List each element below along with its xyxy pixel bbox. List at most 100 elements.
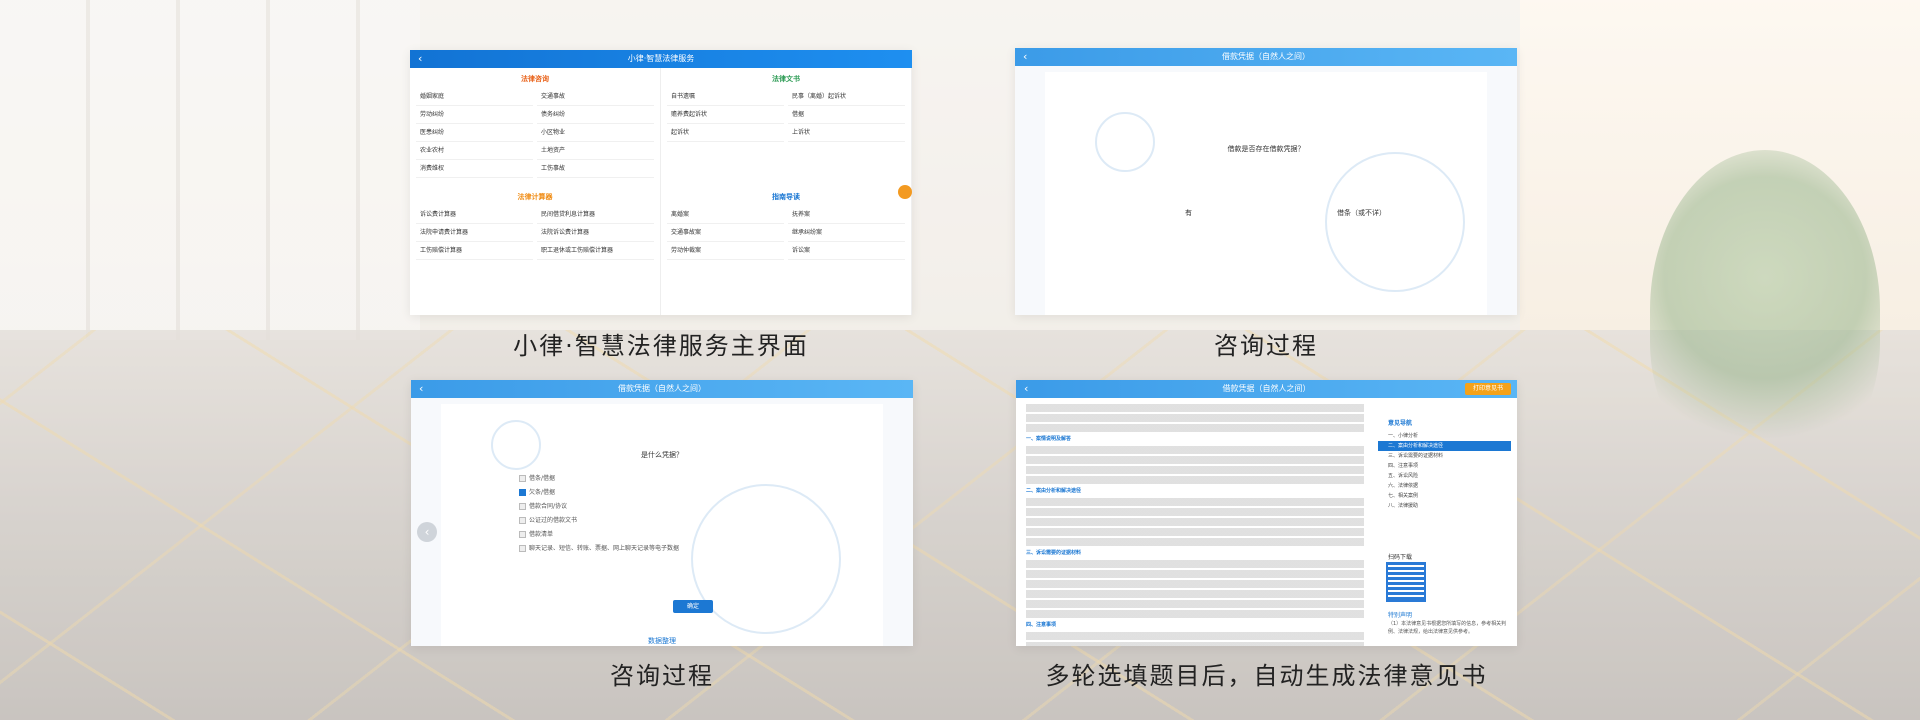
decorative-ring — [691, 484, 841, 634]
checkbox[interactable] — [519, 503, 526, 510]
caption-consult-2: 咨询过程 — [610, 662, 714, 690]
option-item[interactable]: 借款合同/协议 — [519, 500, 679, 514]
toc-item[interactable]: 六、法律依据 — [1378, 481, 1511, 491]
opinion-title: 借款凭据（自然人之间） — [1222, 384, 1311, 393]
menu-item[interactable]: 职工退休或工伤赔偿计算器 — [537, 242, 654, 260]
menu-item[interactable]: 交通事故案 — [667, 224, 784, 242]
option-item[interactable]: 借条/借据 — [519, 472, 679, 486]
back-arrow-icon[interactable]: ‹ — [1024, 380, 1028, 398]
option-label: 借款合同/协议 — [529, 503, 568, 510]
consult-grid: 婚姻家庭 交通事故 劳动纠纷 债务纠纷 医患纠纷 小区物业 农业农村 土地资产 … — [416, 88, 654, 178]
option-no[interactable]: 借条（或不详） — [1337, 208, 1386, 218]
option-item[interactable]: 聊天记录、短信、转账、票据、网上聊天记录等电子数据 — [519, 542, 679, 556]
previous-arrow-icon[interactable]: ‹ — [417, 522, 437, 542]
menu-item[interactable]: 法院申请费计算器 — [416, 224, 533, 242]
menu-item[interactable]: 农业农村 — [416, 142, 533, 160]
consult-title: 借款凭据（自然人之间） — [1222, 52, 1310, 61]
opinion-document-screenshot: ‹ 借款凭据（自然人之间） 打印意见书 一、案情说明及解答 二、案由分析和解决途… — [1016, 380, 1517, 646]
back-arrow-icon[interactable]: ‹ — [419, 380, 423, 398]
checkbox-checked[interactable] — [519, 489, 526, 496]
menu-item[interactable]: 小区物业 — [537, 124, 654, 142]
menu-item[interactable]: 劳动仲裁案 — [667, 242, 784, 260]
menu-item[interactable]: 离婚案 — [667, 206, 784, 224]
option-list: 借条/借据 欠条/借据 借款合同/协议 公证过的借款文书 借款清单 聊天记录、短… — [519, 472, 679, 556]
calc-grid: 诉讼费计算器 民间借贷利息计算器 法院申请费计算器 法院诉讼费计算器 工伤赔偿计… — [416, 206, 654, 260]
menu-item[interactable]: 婚姻家庭 — [416, 88, 533, 106]
decorative-ring — [1325, 152, 1465, 292]
checkbox[interactable] — [519, 545, 526, 552]
decorative-ring — [1095, 112, 1155, 172]
menu-item[interactable]: 继承纠纷案 — [788, 224, 905, 242]
question-text: 借款是否存在借款凭据？ — [1227, 145, 1305, 153]
menu-item[interactable]: 赡养费起诉状 — [667, 106, 784, 124]
opinion-body: 一、案情说明及解答 二、案由分析和解决途径 三、诉讼需要的证据材料 四、注意事项 — [1026, 404, 1378, 646]
section-consult-title: 法律咨询 — [521, 75, 549, 83]
menu-item[interactable]: 起诉状 — [667, 124, 784, 142]
decorative-ring — [491, 420, 541, 470]
toc-item[interactable]: 八、法律援助 — [1378, 501, 1511, 511]
option-item[interactable]: 公证过的借款文书 — [519, 514, 679, 528]
caption-main-menu: 小律·智慧法律服务主界面 — [513, 332, 809, 360]
section-heading: 一、案情说明及解答 — [1026, 436, 1072, 442]
menu-item[interactable]: 法院诉讼费计算器 — [537, 224, 654, 242]
menu-item[interactable]: 消费维权 — [416, 160, 533, 178]
background-overlay — [0, 0, 1920, 720]
floating-assistant-button[interactable] — [898, 185, 912, 199]
qr-label: 扫码下载 — [1388, 554, 1413, 561]
print-button[interactable]: 打印意见书 — [1465, 383, 1511, 395]
option-label: 借条/借据 — [529, 475, 556, 482]
section-heading: 三、诉讼需要的证据材料 — [1026, 550, 1082, 556]
menu-item[interactable]: 工伤事故 — [537, 160, 654, 178]
section-heading: 二、案由分析和解决途径 — [1026, 488, 1082, 494]
caption-opinion: 多轮选填题目后，自动生成法律意见书 — [1045, 662, 1488, 690]
footer-link[interactable]: 数据整理 — [441, 636, 883, 646]
menu-item[interactable]: 劳动纠纷 — [416, 106, 533, 124]
toc-title: 意见导航 — [1388, 420, 1413, 427]
toc-item[interactable]: 一、小律分析 — [1378, 431, 1511, 441]
question-card: 是什么凭据？ 借条/借据 欠条/借据 借款合同/协议 公证过的借款文书 借款清单… — [441, 404, 883, 646]
option-label: 欠条/借据 — [529, 489, 556, 496]
docs-grid: 自书遗嘱 民事（离婚）起诉状 赡养费起诉状 借据 起诉状 上诉状 — [667, 88, 905, 142]
qr-code-icon — [1386, 562, 1426, 602]
checkbox[interactable] — [519, 531, 526, 538]
section-calc-title: 法律计算器 — [517, 193, 553, 201]
menu-item[interactable]: 上诉状 — [788, 124, 905, 142]
menu-item[interactable]: 抚养案 — [788, 206, 905, 224]
guide-grid: 离婚案 抚养案 交通事故案 继承纠纷案 劳动仲裁案 诉讼案 — [667, 206, 905, 260]
back-arrow-icon[interactable]: ‹ — [418, 50, 422, 68]
menu-item[interactable]: 自书遗嘱 — [667, 88, 784, 106]
checkbox[interactable] — [519, 475, 526, 482]
tip-text: （1）本法律意见书根据您所填写的信息，参考相关判例、法律法规，给出法律意见供参考… — [1388, 621, 1507, 635]
menu-item[interactable]: 民事（离婚）起诉状 — [788, 88, 905, 106]
menu-item[interactable]: 诉讼案 — [788, 242, 905, 260]
toc-item-active[interactable]: 二、案由分析和解决途径 — [1378, 441, 1511, 451]
option-item[interactable]: 借款清单 — [519, 528, 679, 542]
consult-screenshot-1: ‹ 借款凭据（自然人之间） 借款是否存在借款凭据？ 有 借条（或不详） — [1015, 48, 1517, 315]
confirm-button[interactable]: 确定 — [673, 600, 713, 613]
checkbox[interactable] — [519, 517, 526, 524]
menu-item[interactable]: 借据 — [788, 106, 905, 124]
toc-item[interactable]: 四、注意事项 — [1378, 461, 1511, 471]
option-item[interactable]: 欠条/借据 — [519, 486, 679, 500]
section-heading: 四、注意事项 — [1026, 622, 1057, 628]
menu-item[interactable]: 工伤赔偿计算器 — [416, 242, 533, 260]
menu-item[interactable]: 土地资产 — [537, 142, 654, 160]
toc-item[interactable]: 三、诉讼需要的证据材料 — [1378, 451, 1511, 461]
main-menu-header: ‹ 小律·智慧法律服务 — [410, 50, 912, 68]
menu-item[interactable]: 债务纠纷 — [537, 106, 654, 124]
consult-header: ‹ 借款凭据（自然人之间） — [1015, 48, 1517, 66]
toc-item[interactable]: 七、相关案例 — [1378, 491, 1511, 501]
main-menu-screenshot: ‹ 小律·智慧法律服务 法律咨询 婚姻家庭 交通事故 劳动纠纷 债务纠纷 医患纠… — [410, 50, 912, 315]
back-arrow-icon[interactable]: ‹ — [1023, 48, 1027, 66]
toc-item[interactable]: 五、诉讼风险 — [1378, 471, 1511, 481]
menu-item[interactable]: 诉讼费计算器 — [416, 206, 533, 224]
menu-item[interactable]: 交通事故 — [537, 88, 654, 106]
opinion-header: ‹ 借款凭据（自然人之间） 打印意见书 — [1016, 380, 1517, 398]
option-yes[interactable]: 有 — [1185, 208, 1192, 218]
question-text: 是什么凭据？ — [641, 451, 683, 459]
menu-item[interactable]: 民间借贷利息计算器 — [537, 206, 654, 224]
option-label: 聊天记录、短信、转账、票据、网上聊天记录等电子数据 — [529, 545, 680, 552]
section-guide-title: 指南导读 — [772, 193, 800, 201]
menu-item[interactable]: 医患纠纷 — [416, 124, 533, 142]
left-column: 法律咨询 婚姻家庭 交通事故 劳动纠纷 债务纠纷 医患纠纷 小区物业 农业农村 … — [410, 68, 661, 315]
